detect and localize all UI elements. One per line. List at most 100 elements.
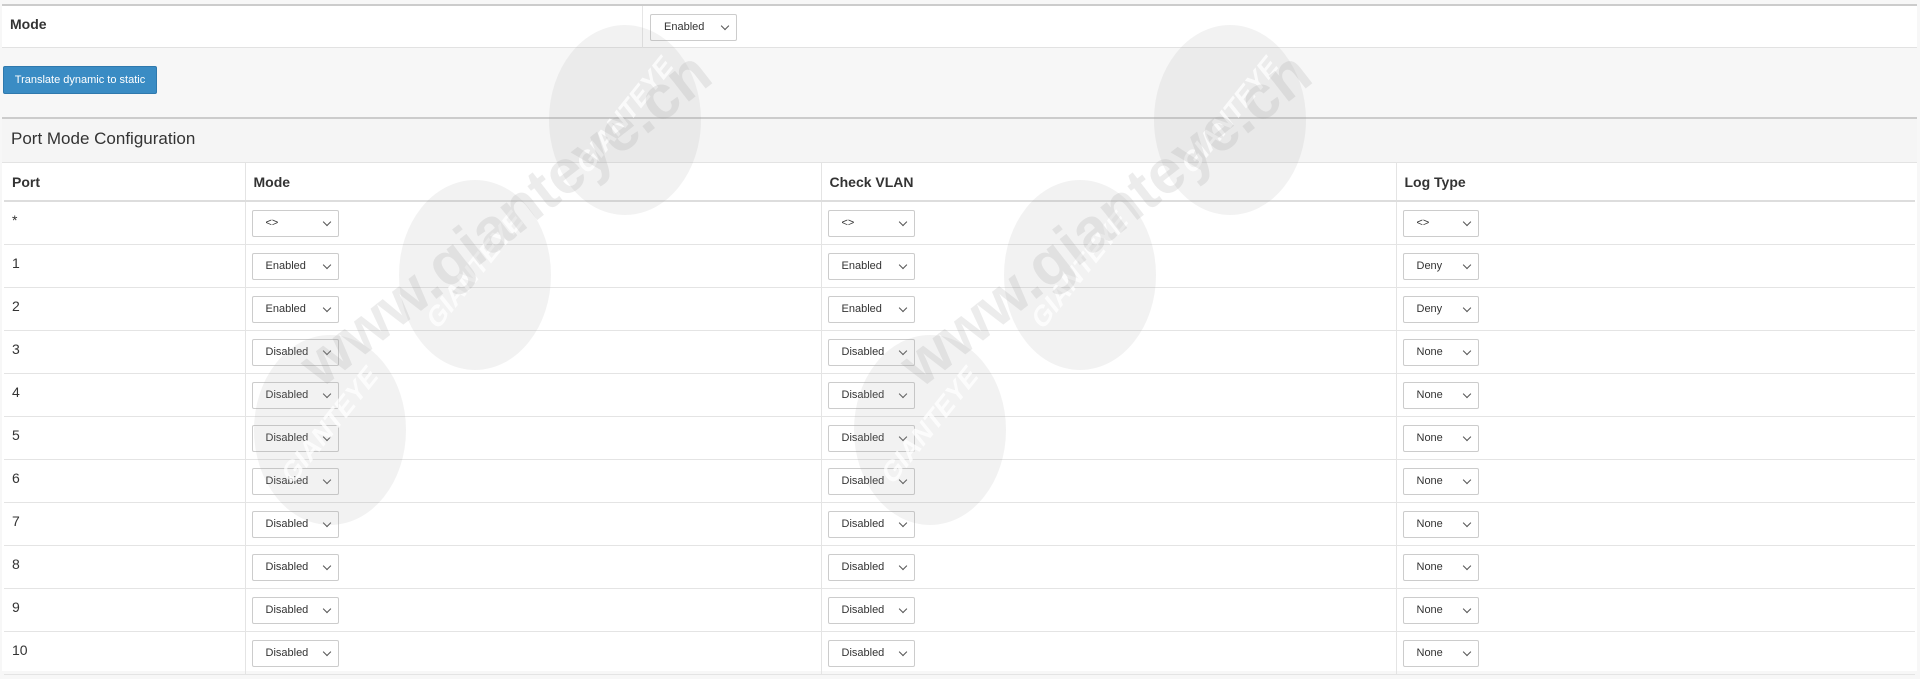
mode-select[interactable]: Disabled bbox=[251, 424, 339, 452]
log-type-select[interactable]: <> bbox=[1402, 210, 1479, 237]
log-type-select-value: Deny bbox=[1416, 302, 1443, 315]
port-number: 8 bbox=[12, 555, 20, 572]
chevron-down-icon bbox=[322, 389, 331, 398]
check-vlan-select-value: Disabled bbox=[841, 474, 885, 487]
mode-select[interactable]: Disabled bbox=[251, 510, 339, 538]
port-cell: 9 bbox=[4, 588, 246, 632]
chevron-down-icon bbox=[1462, 604, 1471, 613]
port-cell: 8 bbox=[4, 545, 246, 589]
chevron-down-icon bbox=[322, 561, 331, 570]
log-type-select-value: None bbox=[1416, 603, 1443, 616]
port-number: 2 bbox=[12, 297, 20, 314]
mode-select[interactable]: Disabled bbox=[251, 553, 339, 581]
table-row: 4 Disabled Disabled None bbox=[4, 373, 1915, 417]
log-type-cell: None bbox=[1396, 459, 1915, 503]
log-type-select[interactable]: Deny bbox=[1402, 252, 1479, 280]
log-type-select[interactable]: None bbox=[1402, 596, 1479, 624]
chevron-down-icon bbox=[898, 303, 907, 312]
log-type-select[interactable]: None bbox=[1402, 381, 1479, 409]
log-type-select[interactable]: None bbox=[1402, 553, 1479, 581]
log-type-select[interactable]: None bbox=[1402, 424, 1479, 452]
mode-select[interactable]: Disabled bbox=[251, 338, 339, 366]
log-type-cell: None bbox=[1396, 416, 1915, 460]
chevron-down-icon bbox=[898, 432, 907, 441]
check-vlan-select[interactable]: Enabled bbox=[827, 252, 915, 280]
mode-cell: Enabled bbox=[245, 244, 822, 288]
chevron-down-icon bbox=[322, 518, 331, 527]
mode-select-value: <> bbox=[265, 217, 279, 229]
mode-select-value: Enabled bbox=[265, 302, 306, 315]
port-cell: 5 bbox=[4, 416, 246, 460]
check-vlan-select-value: Disabled bbox=[841, 646, 885, 659]
log-type-cell: <> bbox=[1396, 201, 1915, 245]
chevron-down-icon bbox=[1462, 432, 1471, 441]
check-vlan-select-value: Enabled bbox=[841, 302, 882, 315]
log-type-select[interactable]: None bbox=[1402, 510, 1479, 538]
chevron-down-icon bbox=[322, 346, 331, 355]
log-type-select[interactable]: Deny bbox=[1402, 295, 1479, 323]
chevron-down-icon bbox=[720, 21, 730, 31]
check-vlan-select[interactable]: Disabled bbox=[827, 424, 915, 452]
check-vlan-select[interactable]: Disabled bbox=[827, 381, 915, 409]
mode-select[interactable]: Enabled bbox=[251, 295, 339, 323]
log-type-select-value: <> bbox=[1416, 217, 1430, 229]
check-vlan-cell: Disabled bbox=[821, 459, 1397, 503]
mode-select[interactable]: Disabled bbox=[251, 381, 339, 409]
check-vlan-select[interactable]: Disabled bbox=[827, 338, 915, 366]
table-row: 10 Disabled Disabled None bbox=[4, 631, 1915, 675]
check-vlan-select-value: Disabled bbox=[841, 517, 885, 530]
translate-dynamic-to-static-button[interactable]: Translate dynamic to static bbox=[3, 66, 157, 94]
chevron-down-icon bbox=[322, 604, 331, 613]
check-vlan-select[interactable]: <> bbox=[827, 210, 915, 237]
panel-heading: Port Mode Configuration bbox=[2, 119, 1917, 163]
check-vlan-select-value: <> bbox=[841, 217, 855, 229]
log-type-select-value: None bbox=[1416, 560, 1443, 573]
log-type-select-value: None bbox=[1416, 646, 1443, 659]
table-row: 8 Disabled Disabled None bbox=[4, 545, 1915, 589]
global-mode-panel: Mode Enabled bbox=[2, 4, 1917, 48]
global-mode-select-value: Enabled bbox=[664, 21, 705, 33]
check-vlan-cell: Disabled bbox=[821, 373, 1397, 417]
log-type-cell: Deny bbox=[1396, 287, 1915, 331]
mode-cell: Disabled bbox=[245, 545, 822, 589]
chevron-down-icon bbox=[1462, 518, 1471, 527]
mode-select[interactable]: Disabled bbox=[251, 467, 339, 495]
global-mode-select[interactable]: Enabled bbox=[650, 14, 737, 41]
log-type-select-value: Deny bbox=[1416, 259, 1443, 272]
chevron-down-icon bbox=[1462, 346, 1471, 355]
check-vlan-cell: Disabled bbox=[821, 502, 1397, 546]
check-vlan-select-value: Disabled bbox=[841, 345, 885, 358]
column-header-log-type: Log Type bbox=[1396, 163, 1915, 202]
port-number: 1 bbox=[12, 254, 20, 271]
check-vlan-select[interactable]: Disabled bbox=[827, 467, 915, 495]
mode-select[interactable]: Enabled bbox=[251, 252, 339, 280]
check-vlan-select[interactable]: Disabled bbox=[827, 639, 915, 667]
column-header-check-vlan: Check VLAN bbox=[821, 163, 1397, 202]
check-vlan-select[interactable]: Disabled bbox=[827, 596, 915, 624]
log-type-cell: None bbox=[1396, 631, 1915, 675]
mode-cell: Disabled bbox=[245, 588, 822, 632]
mode-select-value: Disabled bbox=[265, 474, 309, 487]
chevron-down-icon bbox=[322, 303, 331, 312]
check-vlan-cell: Disabled bbox=[821, 631, 1397, 675]
mode-cell: Disabled bbox=[245, 459, 822, 503]
mode-select[interactable]: Disabled bbox=[251, 639, 339, 667]
mode-select-value: Disabled bbox=[265, 603, 309, 616]
check-vlan-select[interactable]: Disabled bbox=[827, 553, 915, 581]
port-number: 6 bbox=[12, 469, 20, 486]
chevron-down-icon bbox=[898, 389, 907, 398]
log-type-select[interactable]: None bbox=[1402, 338, 1479, 366]
mode-select[interactable]: <> bbox=[251, 210, 339, 237]
check-vlan-select[interactable]: Enabled bbox=[827, 295, 915, 323]
log-type-select[interactable]: None bbox=[1402, 639, 1479, 667]
log-type-cell: None bbox=[1396, 545, 1915, 589]
check-vlan-cell: Enabled bbox=[821, 287, 1397, 331]
mode-select[interactable]: Disabled bbox=[251, 596, 339, 624]
check-vlan-select[interactable]: Disabled bbox=[827, 510, 915, 538]
log-type-select[interactable]: None bbox=[1402, 467, 1479, 495]
check-vlan-cell: <> bbox=[821, 201, 1397, 245]
port-number: 9 bbox=[12, 598, 20, 615]
table-row: * <> <> <> bbox=[4, 201, 1915, 245]
mode-cell: Disabled bbox=[245, 631, 822, 675]
check-vlan-cell: Disabled bbox=[821, 588, 1397, 632]
